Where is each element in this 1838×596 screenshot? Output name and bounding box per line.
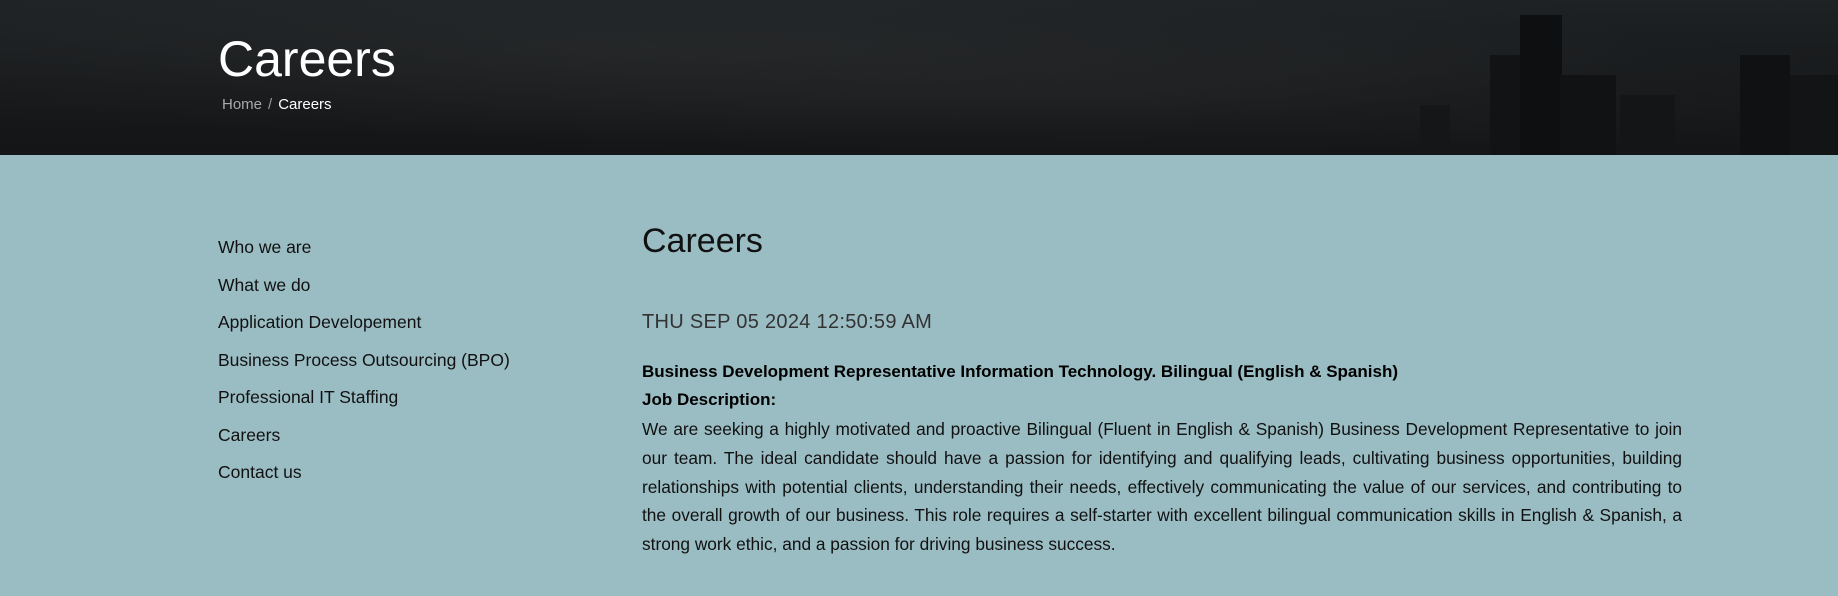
sidebar-item-bpo[interactable]: Business Process Outsourcing (BPO)	[218, 345, 578, 383]
page-hero: Careers Home / Careers	[0, 0, 1838, 155]
section-heading: Careers	[642, 222, 763, 260]
sidebar-item-it-staffing[interactable]: Professional IT Staffing	[218, 382, 578, 420]
breadcrumb-separator: /	[268, 96, 273, 113]
job-description-text: We are seeking a highly motivated and pr…	[642, 419, 1682, 555]
job-title: Business Development Representative Info…	[642, 362, 1398, 381]
main-content: Careers THU SEP 05 2024 12:50:59 AM Busi…	[642, 222, 1682, 559]
sidebar-item-careers[interactable]: Careers	[218, 420, 578, 458]
hero-building	[1560, 75, 1616, 155]
page-title: Careers	[218, 31, 396, 87]
posting-date: THU SEP 05 2024 12:50:59 AM	[642, 311, 933, 333]
sidebar-nav: Who we are What we do Application Develo…	[218, 232, 578, 495]
sidebar-item-application-development[interactable]: Application Developement	[218, 307, 578, 345]
hero-building	[1420, 105, 1450, 155]
job-description-label: Job Description:	[642, 390, 777, 409]
hero-building	[1790, 75, 1838, 155]
breadcrumb-current: Careers	[278, 96, 332, 113]
breadcrumb: Home / Careers	[222, 96, 332, 113]
sidebar-item-who-we-are[interactable]: Who we are	[218, 232, 578, 270]
hero-building	[1620, 95, 1675, 155]
sidebar-item-contact-us[interactable]: Contact us	[218, 457, 578, 495]
hero-building	[1520, 15, 1562, 155]
hero-building	[1740, 55, 1790, 155]
sidebar-item-what-we-do[interactable]: What we do	[218, 270, 578, 308]
breadcrumb-home-link[interactable]: Home	[222, 96, 262, 113]
